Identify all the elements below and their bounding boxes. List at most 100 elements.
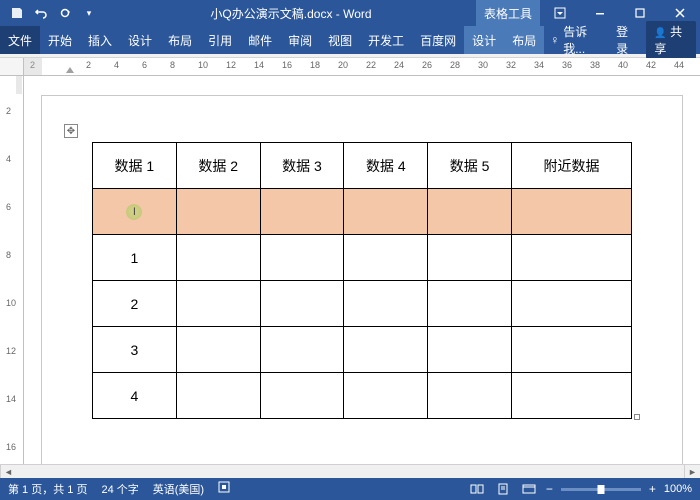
login-link[interactable]: 登录 bbox=[610, 23, 642, 57]
word-count[interactable]: 24 个字 bbox=[101, 481, 138, 497]
table-row[interactable]: 1 bbox=[93, 235, 632, 281]
table-cell[interactable] bbox=[344, 373, 428, 419]
vertical-ruler[interactable]: 246810121416 bbox=[0, 76, 24, 464]
table-cell[interactable] bbox=[428, 373, 512, 419]
tab-developer[interactable]: 开发工 bbox=[360, 26, 412, 54]
table-cell[interactable] bbox=[344, 327, 428, 373]
tab-table-layout[interactable]: 布局 bbox=[504, 26, 544, 54]
table-cell[interactable] bbox=[260, 189, 344, 235]
table-cell[interactable] bbox=[260, 281, 344, 327]
table-header-cell[interactable]: 数据 5 bbox=[428, 143, 512, 189]
tab-references[interactable]: 引用 bbox=[200, 26, 240, 54]
tab-review[interactable]: 审阅 bbox=[280, 26, 320, 54]
document-name: 小Q办公演示文稿.docx - Word bbox=[210, 5, 371, 22]
close-icon bbox=[674, 7, 686, 19]
print-layout-button[interactable] bbox=[494, 481, 512, 497]
document-table[interactable]: 数据 1 数据 2 数据 3 数据 4 数据 5 附近数据 5 I bbox=[92, 142, 632, 419]
tab-design[interactable]: 设计 bbox=[120, 26, 160, 54]
table-cell[interactable] bbox=[428, 235, 512, 281]
table-header-cell[interactable]: 数据 1 bbox=[93, 143, 177, 189]
table-resize-handle[interactable] bbox=[634, 414, 640, 420]
table-header-cell[interactable]: 数据 4 bbox=[344, 143, 428, 189]
page: ✥ 数据 1 数据 2 数据 3 数据 4 数据 5 附近数据 5 I bbox=[42, 96, 682, 464]
tab-mailings[interactable]: 邮件 bbox=[240, 26, 280, 54]
table-cell[interactable] bbox=[512, 281, 632, 327]
table-cell[interactable] bbox=[512, 189, 632, 235]
table-cell[interactable]: 2 bbox=[93, 281, 177, 327]
tab-home[interactable]: 开始 bbox=[40, 26, 80, 54]
zoom-slider-thumb[interactable] bbox=[597, 485, 604, 494]
language-indicator[interactable]: 英语(美国) bbox=[153, 481, 204, 497]
zoom-slider[interactable] bbox=[561, 488, 641, 491]
table-cell[interactable] bbox=[428, 327, 512, 373]
table-header-row[interactable]: 数据 1 数据 2 数据 3 数据 4 数据 5 附近数据 bbox=[93, 143, 632, 189]
undo-button[interactable] bbox=[30, 2, 52, 24]
table-cell[interactable]: 3 bbox=[93, 327, 177, 373]
window-title: 小Q办公演示文稿.docx - Word bbox=[106, 5, 476, 22]
table-cell[interactable] bbox=[428, 281, 512, 327]
table-cell[interactable] bbox=[344, 189, 428, 235]
page-indicator[interactable]: 第 1 页，共 1 页 bbox=[8, 481, 87, 497]
ribbon-collapse-icon bbox=[554, 7, 566, 19]
status-bar: 第 1 页，共 1 页 24 个字 英语(美国) − + 100% bbox=[0, 478, 700, 500]
table-cell[interactable] bbox=[344, 281, 428, 327]
table-cell[interactable] bbox=[176, 189, 260, 235]
tab-baidu[interactable]: 百度网 bbox=[412, 26, 464, 54]
table-header-cell[interactable]: 附近数据 bbox=[512, 143, 632, 189]
macro-indicator[interactable] bbox=[218, 481, 230, 497]
table-header-cell[interactable]: 数据 3 bbox=[260, 143, 344, 189]
table-cell[interactable] bbox=[176, 327, 260, 373]
tab-view[interactable]: 视图 bbox=[320, 26, 360, 54]
zoom-level[interactable]: 100% bbox=[664, 483, 692, 495]
table-cell[interactable] bbox=[176, 281, 260, 327]
table-cell[interactable] bbox=[260, 373, 344, 419]
table-cell[interactable] bbox=[512, 235, 632, 281]
table-cell[interactable] bbox=[512, 373, 632, 419]
tab-layout[interactable]: 布局 bbox=[160, 26, 200, 54]
table-cell[interactable]: 4 bbox=[93, 373, 177, 419]
web-layout-button[interactable] bbox=[520, 481, 538, 497]
tab-file[interactable]: 文件 bbox=[0, 26, 40, 54]
qat-customize[interactable]: ▾ bbox=[78, 2, 100, 24]
indent-marker[interactable] bbox=[66, 67, 74, 73]
tab-table-design[interactable]: 设计 bbox=[464, 26, 504, 54]
table-cell[interactable] bbox=[428, 189, 512, 235]
table-row[interactable]: 4 bbox=[93, 373, 632, 419]
print-layout-icon bbox=[497, 483, 509, 495]
horizontal-scrollbar[interactable]: ◄ ► bbox=[0, 464, 700, 478]
table-row[interactable]: 2 bbox=[93, 281, 632, 327]
zoom-in-button[interactable]: + bbox=[649, 482, 656, 496]
ruler-corner bbox=[0, 58, 24, 76]
horizontal-ruler[interactable]: 2246810121416182022242628303234363840424… bbox=[24, 58, 700, 76]
table-row-highlighted[interactable]: 5 I bbox=[93, 189, 632, 235]
text-cursor-icon: I bbox=[126, 204, 142, 220]
table-cell[interactable] bbox=[512, 327, 632, 373]
save-icon bbox=[10, 6, 24, 20]
table-cell[interactable] bbox=[344, 235, 428, 281]
share-button[interactable]: 👤 共享 bbox=[646, 21, 696, 59]
zoom-out-button[interactable]: − bbox=[546, 482, 553, 496]
table-cell-editing[interactable]: 5 I bbox=[93, 189, 177, 235]
table-move-handle[interactable]: ✥ bbox=[64, 124, 78, 138]
tab-insert[interactable]: 插入 bbox=[80, 26, 120, 54]
tell-me-search[interactable]: ♀ 告诉我... bbox=[544, 23, 606, 57]
share-icon: 👤 bbox=[654, 28, 666, 39]
table-cell[interactable] bbox=[260, 235, 344, 281]
table-cell[interactable] bbox=[176, 235, 260, 281]
undo-icon bbox=[34, 6, 48, 20]
redo-button[interactable] bbox=[54, 2, 76, 24]
scroll-left-button[interactable]: ◄ bbox=[0, 465, 16, 478]
table-cell[interactable]: 1 bbox=[93, 235, 177, 281]
document-canvas[interactable]: ✥ 数据 1 数据 2 数据 3 数据 4 数据 5 附近数据 5 I bbox=[24, 76, 700, 464]
minimize-icon bbox=[594, 7, 606, 19]
table-cell[interactable] bbox=[176, 373, 260, 419]
table-cell[interactable] bbox=[260, 327, 344, 373]
read-mode-button[interactable] bbox=[468, 481, 486, 497]
save-button[interactable] bbox=[6, 2, 28, 24]
document-area: 246810121416 ✥ 数据 1 数据 2 数据 3 数据 4 数据 5 … bbox=[0, 76, 700, 464]
scroll-right-button[interactable]: ► bbox=[684, 465, 700, 478]
contextual-tool-label: 表格工具 bbox=[476, 0, 540, 26]
scroll-track[interactable] bbox=[16, 465, 684, 478]
table-header-cell[interactable]: 数据 2 bbox=[176, 143, 260, 189]
table-row[interactable]: 3 bbox=[93, 327, 632, 373]
